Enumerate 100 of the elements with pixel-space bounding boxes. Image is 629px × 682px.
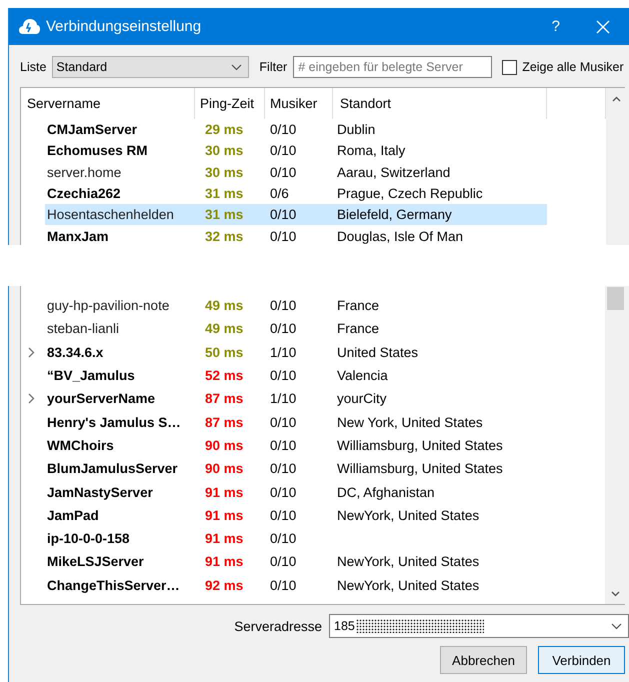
server-name: Czechia262: [46, 186, 122, 202]
server-row[interactable]: “BV_Jamulus 52 ms 0/10 Valencia: [45, 364, 547, 388]
ping-time: 32 ms: [204, 228, 244, 244]
column-header[interactable]: Servername: [21, 88, 195, 119]
list-label: Liste: [20, 60, 46, 74]
address-text: 185: [334, 619, 355, 633]
ping-time: 29 ms: [204, 122, 244, 138]
musician-count: 0/10: [269, 461, 298, 476]
ping-time: 31 ms: [204, 207, 244, 222]
location: United States: [336, 344, 420, 360]
server-address-label: Serveradresse: [234, 618, 322, 634]
server-row[interactable]: ManxJam 32 ms 0/10 Douglas, Isle Of Man: [45, 225, 547, 245]
musician-count: 0/10: [269, 122, 298, 138]
ping-time: 87 ms: [204, 391, 244, 406]
server-name: “BV_Jamulus: [46, 368, 136, 384]
server-name: ip-10-0-0-158: [46, 531, 131, 546]
location: DC, Afghanistan: [336, 484, 436, 500]
server-row[interactable]: CMJamServer 29 ms 0/10 Dublin: [45, 119, 547, 140]
server-name: ManxJam: [46, 228, 110, 244]
location: Roma, Italy: [336, 143, 406, 158]
server-row[interactable]: steban-lianli 49 ms 0/10 France: [45, 317, 547, 341]
ping-time: 91 ms: [204, 554, 244, 570]
server-name: guy-hp-pavilion-note: [46, 298, 170, 314]
musician-count: 1/10: [269, 391, 298, 406]
musician-count: 0/10: [269, 207, 298, 222]
checkbox[interactable]: [502, 60, 518, 74]
server-row[interactable]: ip-10-0-0-158 91 ms 0/10: [45, 526, 547, 550]
ping-time: 49 ms: [204, 321, 244, 336]
server-row[interactable]: ChangeThisServer… 92 ms 0/10 NewYork, United States: [45, 574, 547, 597]
ping-time: 91 ms: [204, 531, 244, 546]
server-row[interactable]: BlumJamulusServer 90 ms 0/10 Williamsburg, United States: [45, 457, 547, 480]
checkbox-label: Zeige alle Musiker: [522, 60, 624, 74]
server-row[interactable]: Czechia262 31 ms 0/6 Prague, Czech Republic: [45, 182, 547, 204]
server-name: JamPad: [46, 508, 100, 523]
server-row[interactable]: Henry's Jamulus S… 87 ms 0/10 New York, United States: [45, 410, 547, 434]
musician-count: 1/10: [269, 344, 298, 360]
server-name: steban-lianli: [46, 321, 120, 336]
scrollbar-thumb[interactable]: [606, 287, 624, 310]
location: Williamsburg, United States: [336, 461, 504, 476]
musician-count: 0/10: [269, 484, 298, 500]
server-name: CMJamServer: [46, 122, 138, 138]
musician-count: 0/10: [269, 368, 298, 384]
server-row[interactable]: JamPad 91 ms 0/10 NewYork, United States: [45, 504, 547, 527]
chevron-right-icon[interactable]: [27, 346, 35, 358]
location: Douglas, Isle Of Man: [336, 228, 464, 244]
scrollbar[interactable]: [605, 286, 625, 604]
server-name: JamNastyServer: [46, 484, 154, 500]
location: NewYork, United States: [336, 578, 480, 593]
server-row[interactable]: Hosentaschenhelden 31 ms 0/10 Bielefeld, Germany: [45, 204, 547, 226]
ping-time: 31 ms: [204, 186, 244, 202]
connect-button[interactable]: Verbinden: [538, 646, 625, 674]
server-row[interactable]: 83.34.6.x 50 ms 1/10 United States: [45, 340, 547, 364]
server-name: WMChoirs: [46, 438, 115, 453]
chevron-down-icon: [231, 64, 242, 70]
musician-count: 0/6: [269, 186, 290, 202]
column-header[interactable]: Standort: [333, 88, 547, 119]
server-row[interactable]: guy-hp-pavilion-note 49 ms 0/10 France: [45, 294, 547, 318]
help-button[interactable]: ?: [552, 18, 560, 35]
ping-time: 92 ms: [204, 578, 244, 593]
chevron-up-icon[interactable]: [612, 96, 620, 102]
filter-field[interactable]: # eingeben für belegte Server: [293, 56, 492, 78]
ping-time: 90 ms: [204, 438, 244, 453]
server-row[interactable]: MikeLSJServer 91 ms 0/10 NewYork, United States: [45, 550, 547, 574]
ping-time: 30 ms: [204, 143, 244, 158]
cancel-button[interactable]: Abbrechen: [440, 646, 527, 674]
window-title: Verbindungseinstellung: [46, 18, 202, 35]
musician-count: 0/10: [269, 554, 298, 570]
musician-count: 0/10: [269, 298, 298, 314]
close-icon[interactable]: [596, 20, 610, 34]
musician-count: 0/10: [269, 321, 298, 336]
location: NewYork, United States: [336, 554, 480, 570]
chevron-right-icon[interactable]: [27, 393, 35, 404]
ping-time: 87 ms: [204, 414, 244, 430]
server-address-field[interactable]: 185: [329, 614, 629, 638]
server-name: server.home: [46, 164, 122, 180]
server-row[interactable]: yourServerName 87 ms 1/10 yourCity: [45, 387, 547, 410]
musician-count: 0/10: [269, 143, 298, 158]
musician-count: 0/10: [269, 228, 298, 244]
musician-count: 0/10: [269, 578, 298, 593]
location: New York, United States: [336, 414, 484, 430]
column-header[interactable]: Ping-Zeit: [195, 88, 265, 119]
server-name: ChangeThisServer…: [46, 578, 181, 593]
location: France: [336, 298, 380, 314]
list-dropdown[interactable]: Standard: [52, 56, 250, 78]
chevron-down-icon[interactable]: [610, 591, 620, 597]
location: Valencia: [336, 368, 389, 384]
column-header[interactable]: Musiker: [265, 88, 333, 119]
server-name: MikeLSJServer: [46, 554, 145, 570]
server-name: Echomuses RM: [46, 143, 149, 158]
ping-time: 30 ms: [204, 164, 244, 180]
musician-count: 0/10: [269, 414, 298, 430]
ping-time: 90 ms: [204, 461, 244, 476]
server-row[interactable]: WMChoirs 90 ms 0/10 Williamsburg, United States: [45, 434, 547, 458]
server-name: yourServerName: [46, 391, 156, 406]
scrollbar[interactable]: [606, 88, 626, 245]
filter-label: Filter: [259, 60, 288, 74]
location: Dublin: [336, 122, 376, 138]
server-row[interactable]: server.home 30 ms 0/10 Aarau, Switzerland: [45, 162, 547, 183]
server-row[interactable]: JamNastyServer 91 ms 0/10 DC, Afghanistan: [45, 480, 547, 504]
server-row[interactable]: Echomuses RM 30 ms 0/10 Roma, Italy: [45, 140, 547, 162]
